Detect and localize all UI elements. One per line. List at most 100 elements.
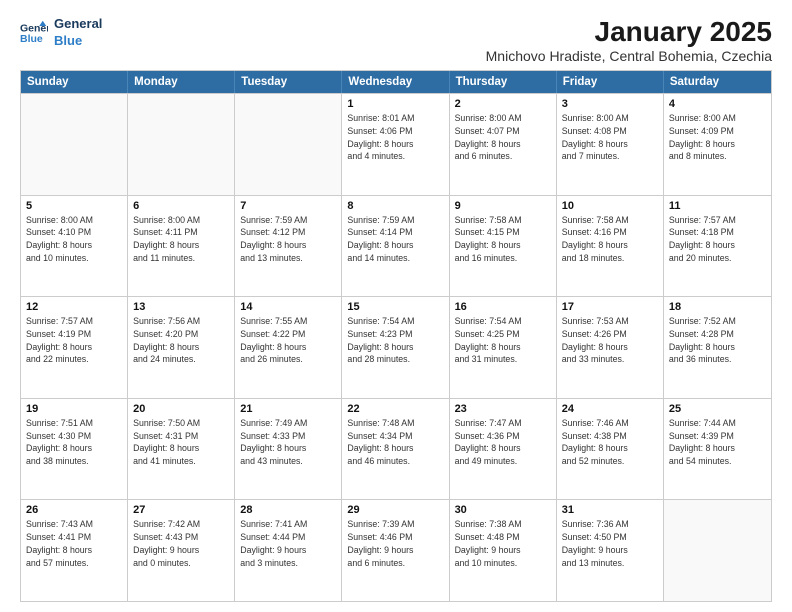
day-number-3: 3 xyxy=(562,98,658,110)
day-number-28: 28 xyxy=(240,504,336,516)
day-number-30: 30 xyxy=(455,504,551,516)
day-cell-31: 31 Sunrise: 7:36 AM Sunset: 4:50 PM Dayli… xyxy=(557,500,664,601)
day-info-31: Sunrise: 7:36 AM Sunset: 4:50 PM Dayligh… xyxy=(562,518,658,569)
day-cell-17: 17Sunrise: 7:53 AM Sunset: 4:26 PM Dayli… xyxy=(557,297,664,398)
day-info-5: Sunrise: 8:00 AM Sunset: 4:10 PM Dayligh… xyxy=(26,214,122,265)
day-cell-2: 2 Sunrise: 8:00 AM Sunset: 4:07 PM Daylig… xyxy=(450,94,557,195)
day-number-15: 15 xyxy=(347,301,443,313)
logo-text-blue: Blue xyxy=(54,33,102,50)
day-cell-14: 14 Sunrise: 7:55 AM Sunset: 4:22 PM Dayli… xyxy=(235,297,342,398)
header-tuesday: Tuesday xyxy=(235,71,342,93)
day-info-14: Sunrise: 7:55 AM Sunset: 4:22 PM Dayligh… xyxy=(240,315,336,366)
page-header: General Blue General Blue January 2025 M… xyxy=(20,16,772,64)
day-info-15: Sunrise: 7:54 AM Sunset: 4:23 PM Dayligh… xyxy=(347,315,443,366)
svg-text:Blue: Blue xyxy=(20,33,43,45)
day-number-4: 4 xyxy=(669,98,766,110)
day-cell-8: 8 Sunrise: 7:59 AM Sunset: 4:14 PM Daylig… xyxy=(342,196,449,297)
day-cell-28: 28 Sunrise: 7:41 AM Sunset: 4:44 PM Dayli… xyxy=(235,500,342,601)
header-friday: Friday xyxy=(557,71,664,93)
title-section: January 2025 Mnichovo Hradiste, Central … xyxy=(486,16,772,64)
day-cell-16: 16 Sunrise: 7:54 AM Sunset: 4:25 PM Dayli… xyxy=(450,297,557,398)
day-number-9: 9 xyxy=(455,200,551,212)
day-info-28: Sunrise: 7:41 AM Sunset: 4:44 PM Dayligh… xyxy=(240,518,336,569)
day-info-13: Sunrise: 7:56 AM Sunset: 4:20 PM Dayligh… xyxy=(133,315,229,366)
header-wednesday: Wednesday xyxy=(342,71,449,93)
day-number-13: 13 xyxy=(133,301,229,313)
day-number-27: 27 xyxy=(133,504,229,516)
day-info-21: Sunrise: 7:49 AM Sunset: 4:33 PM Dayligh… xyxy=(240,417,336,468)
header-sunday: Sunday xyxy=(21,71,128,93)
day-info-22: Sunrise: 7:48 AM Sunset: 4:34 PM Dayligh… xyxy=(347,417,443,468)
day-cell-4: 4 Sunrise: 8:00 AM Sunset: 4:09 PM Daylig… xyxy=(664,94,771,195)
day-info-16: Sunrise: 7:54 AM Sunset: 4:25 PM Dayligh… xyxy=(455,315,551,366)
day-info-7: Sunrise: 7:59 AM Sunset: 4:12 PM Dayligh… xyxy=(240,214,336,265)
logo-text-general: General xyxy=(54,16,102,33)
day-info-25: Sunrise: 7:44 AM Sunset: 4:39 PM Dayligh… xyxy=(669,417,766,468)
day-cell-23: 23Sunrise: 7:47 AM Sunset: 4:36 PM Dayli… xyxy=(450,399,557,500)
empty-cell-w0-d2 xyxy=(235,94,342,195)
day-info-4: Sunrise: 8:00 AM Sunset: 4:09 PM Dayligh… xyxy=(669,112,766,163)
day-cell-3: 3 Sunrise: 8:00 AM Sunset: 4:08 PM Daylig… xyxy=(557,94,664,195)
day-number-8: 8 xyxy=(347,200,443,212)
header-thursday: Thursday xyxy=(450,71,557,93)
day-cell-30: 30 Sunrise: 7:38 AM Sunset: 4:48 PM Dayli… xyxy=(450,500,557,601)
day-number-7: 7 xyxy=(240,200,336,212)
day-info-20: Sunrise: 7:50 AM Sunset: 4:31 PM Dayligh… xyxy=(133,417,229,468)
day-number-16: 16 xyxy=(455,301,551,313)
day-number-21: 21 xyxy=(240,403,336,415)
logo: General Blue General Blue xyxy=(20,16,102,50)
day-number-20: 20 xyxy=(133,403,229,415)
day-info-23: Sunrise: 7:47 AM Sunset: 4:36 PM Dayligh… xyxy=(455,417,551,468)
day-number-31: 31 xyxy=(562,504,658,516)
day-info-17: Sunrise: 7:53 AM Sunset: 4:26 PM Dayligh… xyxy=(562,315,658,366)
day-cell-22: 22 Sunrise: 7:48 AM Sunset: 4:34 PM Dayli… xyxy=(342,399,449,500)
day-info-11: Sunrise: 7:57 AM Sunset: 4:18 PM Dayligh… xyxy=(669,214,766,265)
calendar: Sunday Monday Tuesday Wednesday Thursday… xyxy=(20,70,772,602)
day-number-18: 18 xyxy=(669,301,766,313)
empty-cell-w0-d1 xyxy=(128,94,235,195)
day-info-27: Sunrise: 7:42 AM Sunset: 4:43 PM Dayligh… xyxy=(133,518,229,569)
day-info-6: Sunrise: 8:00 AM Sunset: 4:11 PM Dayligh… xyxy=(133,214,229,265)
day-cell-29: 29 Sunrise: 7:39 AM Sunset: 4:46 PM Dayli… xyxy=(342,500,449,601)
day-number-26: 26 xyxy=(26,504,122,516)
day-number-1: 1 xyxy=(347,98,443,110)
location-subtitle: Mnichovo Hradiste, Central Bohemia, Czec… xyxy=(486,48,772,64)
empty-cell-w0-d0 xyxy=(21,94,128,195)
day-cell-11: 11 Sunrise: 7:57 AM Sunset: 4:18 PM Dayli… xyxy=(664,196,771,297)
day-info-8: Sunrise: 7:59 AM Sunset: 4:14 PM Dayligh… xyxy=(347,214,443,265)
logo-icon: General Blue xyxy=(20,19,48,47)
day-cell-9: 9Sunrise: 7:58 AM Sunset: 4:15 PM Daylig… xyxy=(450,196,557,297)
day-number-14: 14 xyxy=(240,301,336,313)
day-number-12: 12 xyxy=(26,301,122,313)
month-title: January 2025 xyxy=(486,16,772,48)
day-cell-10: 10 Sunrise: 7:58 AM Sunset: 4:16 PM Dayli… xyxy=(557,196,664,297)
day-number-19: 19 xyxy=(26,403,122,415)
calendar-week-1: 1Sunrise: 8:01 AM Sunset: 4:06 PM Daylig… xyxy=(21,93,771,195)
day-info-12: Sunrise: 7:57 AM Sunset: 4:19 PM Dayligh… xyxy=(26,315,122,366)
day-number-22: 22 xyxy=(347,403,443,415)
day-info-26: Sunrise: 7:43 AM Sunset: 4:41 PM Dayligh… xyxy=(26,518,122,569)
day-number-24: 24 xyxy=(562,403,658,415)
day-info-24: Sunrise: 7:46 AM Sunset: 4:38 PM Dayligh… xyxy=(562,417,658,468)
day-info-30: Sunrise: 7:38 AM Sunset: 4:48 PM Dayligh… xyxy=(455,518,551,569)
day-number-11: 11 xyxy=(669,200,766,212)
day-number-2: 2 xyxy=(455,98,551,110)
day-number-25: 25 xyxy=(669,403,766,415)
day-number-10: 10 xyxy=(562,200,658,212)
day-cell-18: 18Sunrise: 7:52 AM Sunset: 4:28 PM Dayli… xyxy=(664,297,771,398)
day-cell-25: 25 Sunrise: 7:44 AM Sunset: 4:39 PM Dayli… xyxy=(664,399,771,500)
header-monday: Monday xyxy=(128,71,235,93)
day-cell-26: 26 Sunrise: 7:43 AM Sunset: 4:41 PM Dayli… xyxy=(21,500,128,601)
day-cell-15: 15 Sunrise: 7:54 AM Sunset: 4:23 PM Dayli… xyxy=(342,297,449,398)
day-cell-12: 12 Sunrise: 7:57 AM Sunset: 4:19 PM Dayli… xyxy=(21,297,128,398)
day-info-2: Sunrise: 8:00 AM Sunset: 4:07 PM Dayligh… xyxy=(455,112,551,163)
day-info-3: Sunrise: 8:00 AM Sunset: 4:08 PM Dayligh… xyxy=(562,112,658,163)
calendar-week-2: 5Sunrise: 8:00 AM Sunset: 4:10 PM Daylig… xyxy=(21,195,771,297)
day-number-29: 29 xyxy=(347,504,443,516)
calendar-header: Sunday Monday Tuesday Wednesday Thursday… xyxy=(21,71,771,93)
day-info-29: Sunrise: 7:39 AM Sunset: 4:46 PM Dayligh… xyxy=(347,518,443,569)
day-cell-7: 7 Sunrise: 7:59 AM Sunset: 4:12 PM Daylig… xyxy=(235,196,342,297)
calendar-week-5: 26 Sunrise: 7:43 AM Sunset: 4:41 PM Dayli… xyxy=(21,499,771,601)
day-info-10: Sunrise: 7:58 AM Sunset: 4:16 PM Dayligh… xyxy=(562,214,658,265)
day-cell-19: 19Sunrise: 7:51 AM Sunset: 4:30 PM Dayli… xyxy=(21,399,128,500)
